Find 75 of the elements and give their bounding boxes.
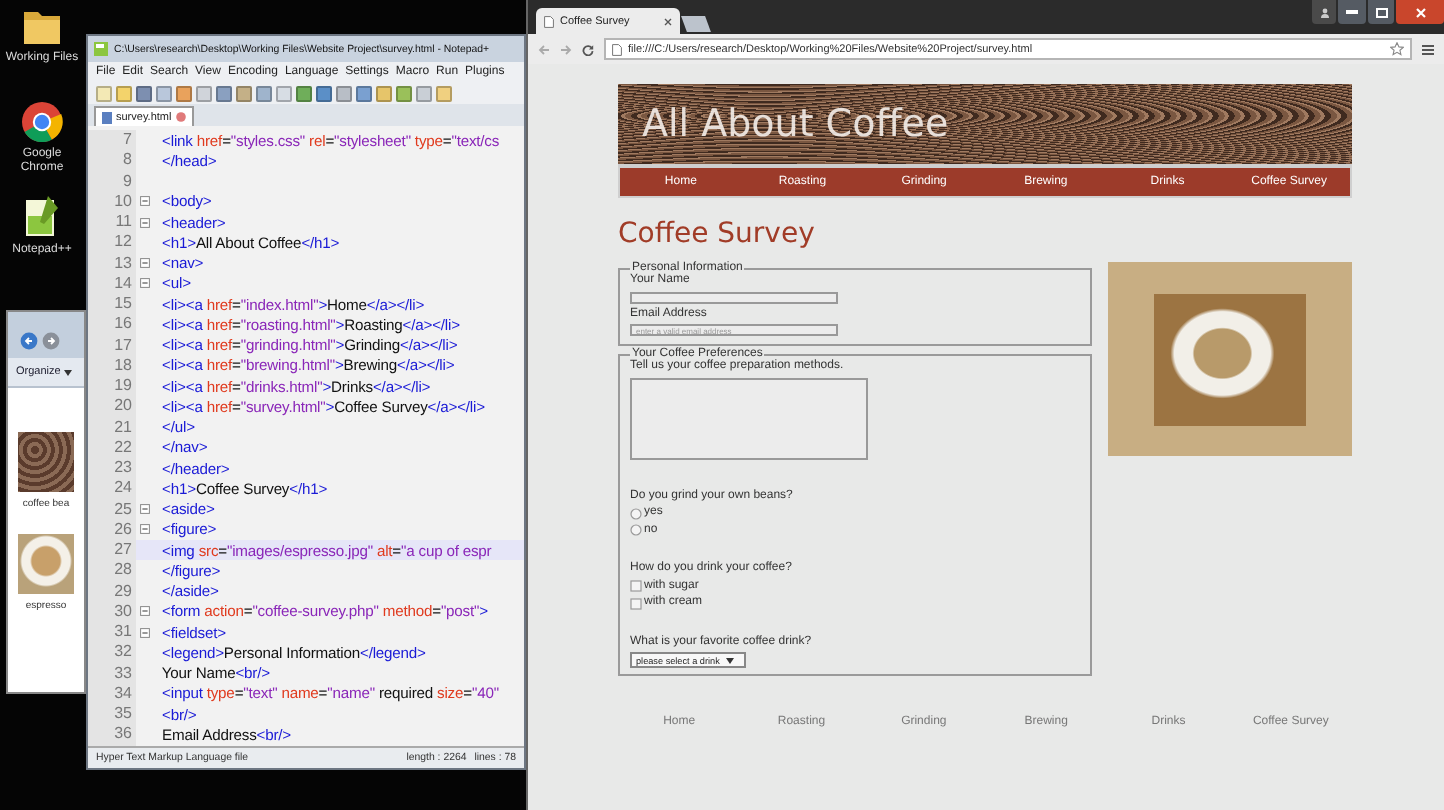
line-number: 9 [88, 171, 136, 192]
line-number: 11 [88, 212, 136, 233]
line-number: 16 [88, 314, 136, 335]
maximize-button[interactable] [1368, 0, 1394, 24]
photo-placeholder[interactable] [18, 534, 74, 594]
fold-icon[interactable] [140, 504, 150, 515]
checkbox[interactable] [630, 597, 642, 610]
line-number: 26 [88, 519, 136, 540]
reload-icon[interactable] [582, 43, 594, 55]
line-number: 8 [88, 150, 136, 171]
line-number: 27 [88, 540, 136, 561]
line-number: 17 [88, 335, 136, 356]
line-number: 14 [88, 273, 136, 294]
line-number: 22 [88, 437, 136, 458]
maximize-icon [1375, 7, 1387, 17]
fold-icon[interactable] [140, 217, 150, 228]
checkbox[interactable] [630, 580, 642, 593]
site-title: All About Coffee [642, 102, 949, 146]
caret-icon [725, 657, 734, 663]
back-icon[interactable] [538, 43, 550, 55]
line-number: 19 [88, 376, 136, 397]
user-icon [1319, 7, 1329, 17]
page-heading: Coffee Survey [618, 218, 817, 250]
line-number: 21 [88, 417, 136, 438]
line-number: 7 [88, 130, 136, 151]
page-icon [544, 15, 554, 27]
line-number: 33 [88, 663, 136, 684]
line-number: 23 [88, 458, 136, 479]
text-area[interactable] [630, 377, 868, 459]
input-field[interactable] [630, 291, 838, 303]
new-tab-button[interactable] [681, 16, 711, 32]
fold-icon[interactable] [140, 278, 150, 289]
forward-icon[interactable] [42, 332, 60, 350]
fold-icon[interactable] [140, 258, 150, 269]
line-number: 34 [88, 683, 136, 704]
page-icon [612, 43, 622, 55]
forward-icon[interactable] [560, 43, 572, 55]
close-icon[interactable] [175, 112, 186, 122]
line-number: 32 [88, 642, 136, 663]
menu-icon[interactable] [1422, 43, 1434, 55]
fold-icon[interactable] [140, 627, 150, 638]
line-number: 28 [88, 560, 136, 581]
line-number: 35 [88, 704, 136, 725]
line-number: 36 [88, 724, 136, 745]
line-number: 24 [88, 478, 136, 499]
fold-icon[interactable] [140, 606, 150, 617]
minimize-icon [1346, 10, 1358, 14]
line-number: 13 [88, 253, 136, 274]
line-number: 15 [88, 294, 136, 315]
line-number: 30 [88, 601, 136, 622]
close-icon[interactable] [664, 17, 672, 25]
line-number: 18 [88, 355, 136, 376]
line-number: 12 [88, 232, 136, 253]
line-number: 31 [88, 622, 136, 643]
back-icon[interactable] [20, 332, 38, 350]
photo-placeholder[interactable] [18, 432, 74, 492]
notepad-icon [20, 192, 64, 240]
notepad-icon [94, 42, 108, 56]
line-number: 10 [88, 191, 136, 212]
star-icon[interactable] [1390, 42, 1404, 56]
line-number: 25 [88, 499, 136, 520]
fold-icon[interactable] [140, 196, 150, 207]
close-icon [1415, 7, 1425, 17]
line-number: 20 [88, 396, 136, 417]
chrome-icon [20, 100, 64, 144]
fold-icon[interactable] [140, 524, 150, 535]
minimize-button[interactable] [1338, 0, 1366, 24]
radio-button[interactable] [630, 507, 642, 520]
code-editor[interactable] [88, 126, 524, 746]
radio-button[interactable] [630, 524, 642, 537]
caret-icon [64, 369, 73, 375]
profile-button[interactable] [1312, 0, 1336, 24]
line-number: 29 [88, 581, 136, 602]
file-icon [102, 111, 112, 123]
close-button[interactable] [1396, 0, 1444, 24]
